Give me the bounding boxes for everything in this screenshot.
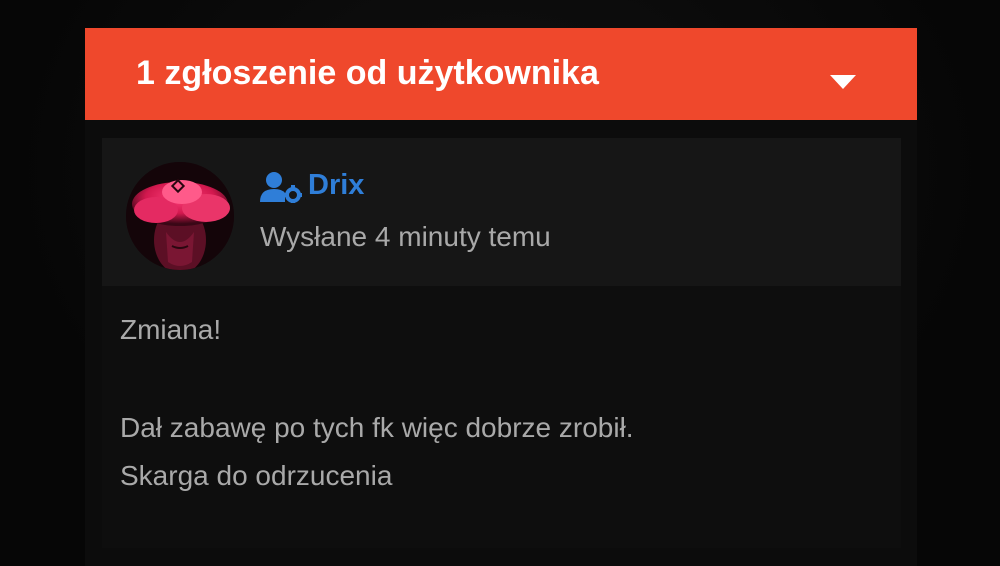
post-timestamp: Wysłane 4 minuty temu (260, 221, 551, 252)
post-body: Zmiana! Dał zabawę po tych fk więc dobrz… (102, 286, 901, 548)
report-panel: 1 zgłoszenie od użytkownika Drix Wysłane… (85, 28, 917, 566)
report-header[interactable]: 1 zgłoszenie od użytkownika (85, 28, 917, 120)
post-text-line: Zmiana! (120, 314, 222, 345)
report-title: 1 zgłoszenie od użytkownika (136, 54, 599, 92)
caret-down-icon[interactable] (830, 75, 856, 89)
user-gear-icon (260, 172, 302, 203)
post-text-line: Dał zabawę po tych fk więc dobrze zrobił… (120, 412, 634, 443)
author-name[interactable]: Drix (308, 169, 364, 202)
post-author-bar: Drix Wysłane 4 minuty temu (102, 138, 901, 286)
page: 1 zgłoszenie od użytkownika Drix Wysłane… (0, 0, 1000, 566)
avatar-image (126, 162, 234, 270)
avatar[interactable] (126, 162, 234, 270)
post-text-line: Skarga do odrzucenia (120, 460, 393, 491)
